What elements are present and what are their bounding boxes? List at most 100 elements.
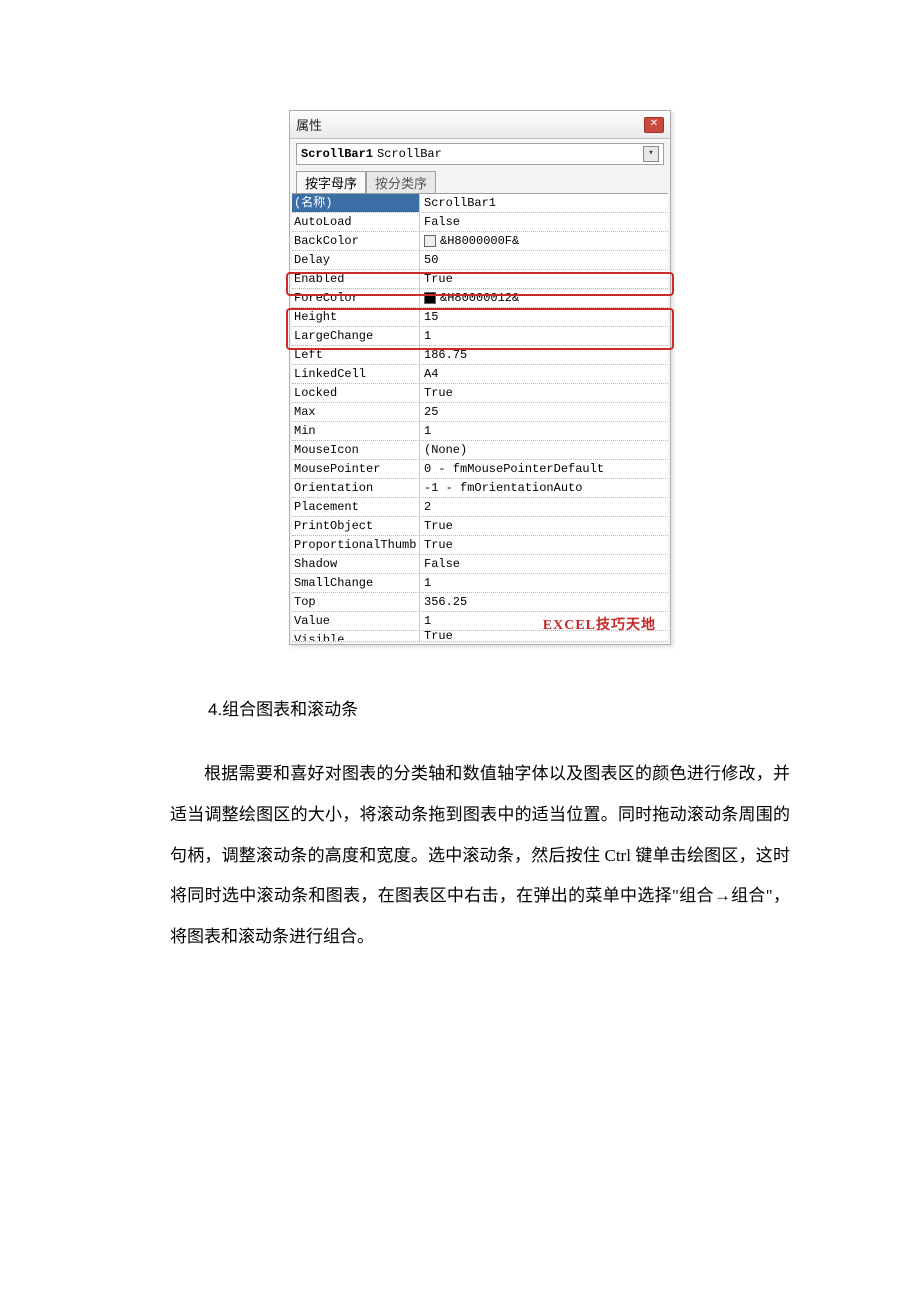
property-name: MouseIcon — [292, 441, 420, 459]
property-value-text: ScrollBar1 — [424, 194, 496, 212]
property-row[interactable]: BackColor&H8000000F& — [292, 232, 668, 251]
property-value[interactable]: 2 — [420, 498, 668, 516]
property-value[interactable]: False — [420, 213, 668, 231]
property-name: SmallChange — [292, 574, 420, 592]
property-row[interactable]: Height15 — [292, 308, 668, 327]
property-name: Locked — [292, 384, 420, 402]
property-row[interactable]: Top356.25 — [292, 593, 668, 612]
property-value-text: (None) — [424, 441, 467, 459]
property-value-text: 25 — [424, 403, 438, 421]
property-value[interactable]: 1 — [420, 574, 668, 592]
property-row[interactable]: EnabledTrue — [292, 270, 668, 289]
properties-window: 属性 ✕ ScrollBar1 ScrollBar ▾ 按字母序 按分类序 (名… — [289, 110, 671, 645]
property-row[interactable]: PrintObjectTrue — [292, 517, 668, 536]
property-name: Height — [292, 308, 420, 326]
property-value-text: True — [424, 384, 453, 402]
property-value-text: False — [424, 555, 460, 573]
property-row[interactable]: MouseIcon(None) — [292, 441, 668, 460]
property-value-text: True — [424, 631, 453, 642]
property-name: MousePointer — [292, 460, 420, 478]
property-value[interactable]: A4 — [420, 365, 668, 383]
property-row[interactable]: Placement2 — [292, 498, 668, 517]
property-name: Top — [292, 593, 420, 611]
property-name: Min — [292, 422, 420, 440]
object-dropdown[interactable]: ScrollBar1 ScrollBar ▾ — [296, 143, 664, 165]
property-row[interactable]: ShadowFalse — [292, 555, 668, 574]
property-value-text: True — [424, 517, 453, 535]
property-value-text: -1 - fmOrientationAuto — [424, 479, 582, 497]
watermark: EXCEL技巧天地 — [543, 614, 656, 634]
property-row[interactable]: Orientation-1 - fmOrientationAuto — [292, 479, 668, 498]
property-name: Visible — [292, 631, 420, 641]
property-row[interactable]: MousePointer0 - fmMousePointerDefault — [292, 460, 668, 479]
color-swatch-icon — [424, 292, 436, 304]
property-value[interactable]: ScrollBar1 — [420, 194, 668, 212]
tab-categorized[interactable]: 按分类序 — [366, 171, 436, 193]
property-row[interactable]: LargeChange1 — [292, 327, 668, 346]
property-name: Shadow — [292, 555, 420, 573]
property-value-text: A4 — [424, 365, 438, 383]
property-value[interactable]: 0 - fmMousePointerDefault — [420, 460, 668, 478]
property-value[interactable]: 356.25 — [420, 593, 668, 611]
property-value[interactable]: False — [420, 555, 668, 573]
tab-alphabetic[interactable]: 按字母序 — [296, 171, 366, 193]
property-value[interactable]: &H8000000F& — [420, 232, 668, 250]
property-row[interactable]: ProportionalThumbTrue — [292, 536, 668, 555]
property-value-text: 1 — [424, 612, 431, 630]
property-name: LargeChange — [292, 327, 420, 345]
property-row[interactable]: AutoLoadFalse — [292, 213, 668, 232]
property-value[interactable]: 50 — [420, 251, 668, 269]
property-value[interactable]: True — [420, 270, 668, 288]
property-row[interactable]: SmallChange1 — [292, 574, 668, 593]
property-value[interactable]: True — [420, 384, 668, 402]
property-name: BackColor — [292, 232, 420, 250]
property-value-text: True — [424, 536, 453, 554]
property-value-text: 15 — [424, 308, 438, 326]
property-name: LinkedCell — [292, 365, 420, 383]
property-row[interactable]: LockedTrue — [292, 384, 668, 403]
property-name: AutoLoad — [292, 213, 420, 231]
property-name: Value — [292, 612, 420, 630]
chevron-down-icon[interactable]: ▾ — [643, 146, 659, 162]
property-value-text: 1 — [424, 574, 431, 592]
property-value[interactable]: &H80000012& — [420, 289, 668, 307]
property-row[interactable]: LinkedCellA4 — [292, 365, 668, 384]
property-value-text: 1 — [424, 422, 431, 440]
property-name: Left — [292, 346, 420, 364]
property-value[interactable]: 15 — [420, 308, 668, 326]
property-value-text: &H8000000F& — [440, 232, 519, 250]
property-name: ProportionalThumb — [292, 536, 420, 554]
property-name: Max — [292, 403, 420, 421]
section-heading: 4.组合图表和滚动条 — [208, 695, 790, 720]
property-row[interactable]: Min1 — [292, 422, 668, 441]
property-row[interactable]: ForeColor&H80000012& — [292, 289, 668, 308]
color-swatch-icon — [424, 235, 436, 247]
property-name: ForeColor — [292, 289, 420, 307]
property-value-text: True — [424, 270, 453, 288]
property-value-text: 50 — [424, 251, 438, 269]
object-name: ScrollBar1 — [301, 147, 373, 161]
property-value[interactable]: True — [420, 536, 668, 554]
property-row[interactable]: Delay50 — [292, 251, 668, 270]
property-name: Enabled — [292, 270, 420, 288]
property-value[interactable]: -1 - fmOrientationAuto — [420, 479, 668, 497]
property-value[interactable]: 1 — [420, 422, 668, 440]
property-value[interactable]: 186.75 — [420, 346, 668, 364]
property-row[interactable]: Max25 — [292, 403, 668, 422]
property-value[interactable]: 25 — [420, 403, 668, 421]
property-value-text: 2 — [424, 498, 431, 516]
property-name: Orientation — [292, 479, 420, 497]
property-row[interactable]: (名称)ScrollBar1 — [292, 194, 668, 213]
titlebar: 属性 ✕ — [290, 111, 670, 139]
property-value[interactable]: True — [420, 517, 668, 535]
property-value-text: 0 - fmMousePointerDefault — [424, 460, 604, 478]
property-value-text: 356.25 — [424, 593, 467, 611]
property-row[interactable]: Left186.75 — [292, 346, 668, 365]
object-type: ScrollBar — [377, 147, 442, 161]
property-value[interactable]: (None) — [420, 441, 668, 459]
close-icon[interactable]: ✕ — [644, 117, 664, 133]
property-name: PrintObject — [292, 517, 420, 535]
body-paragraph: 根据需要和喜好对图表的分类轴和数值轴字体以及图表区的颜色进行修改，并适当调整绘图… — [170, 754, 790, 958]
property-name: (名称) — [292, 194, 420, 212]
property-value[interactable]: 1 — [420, 327, 668, 345]
